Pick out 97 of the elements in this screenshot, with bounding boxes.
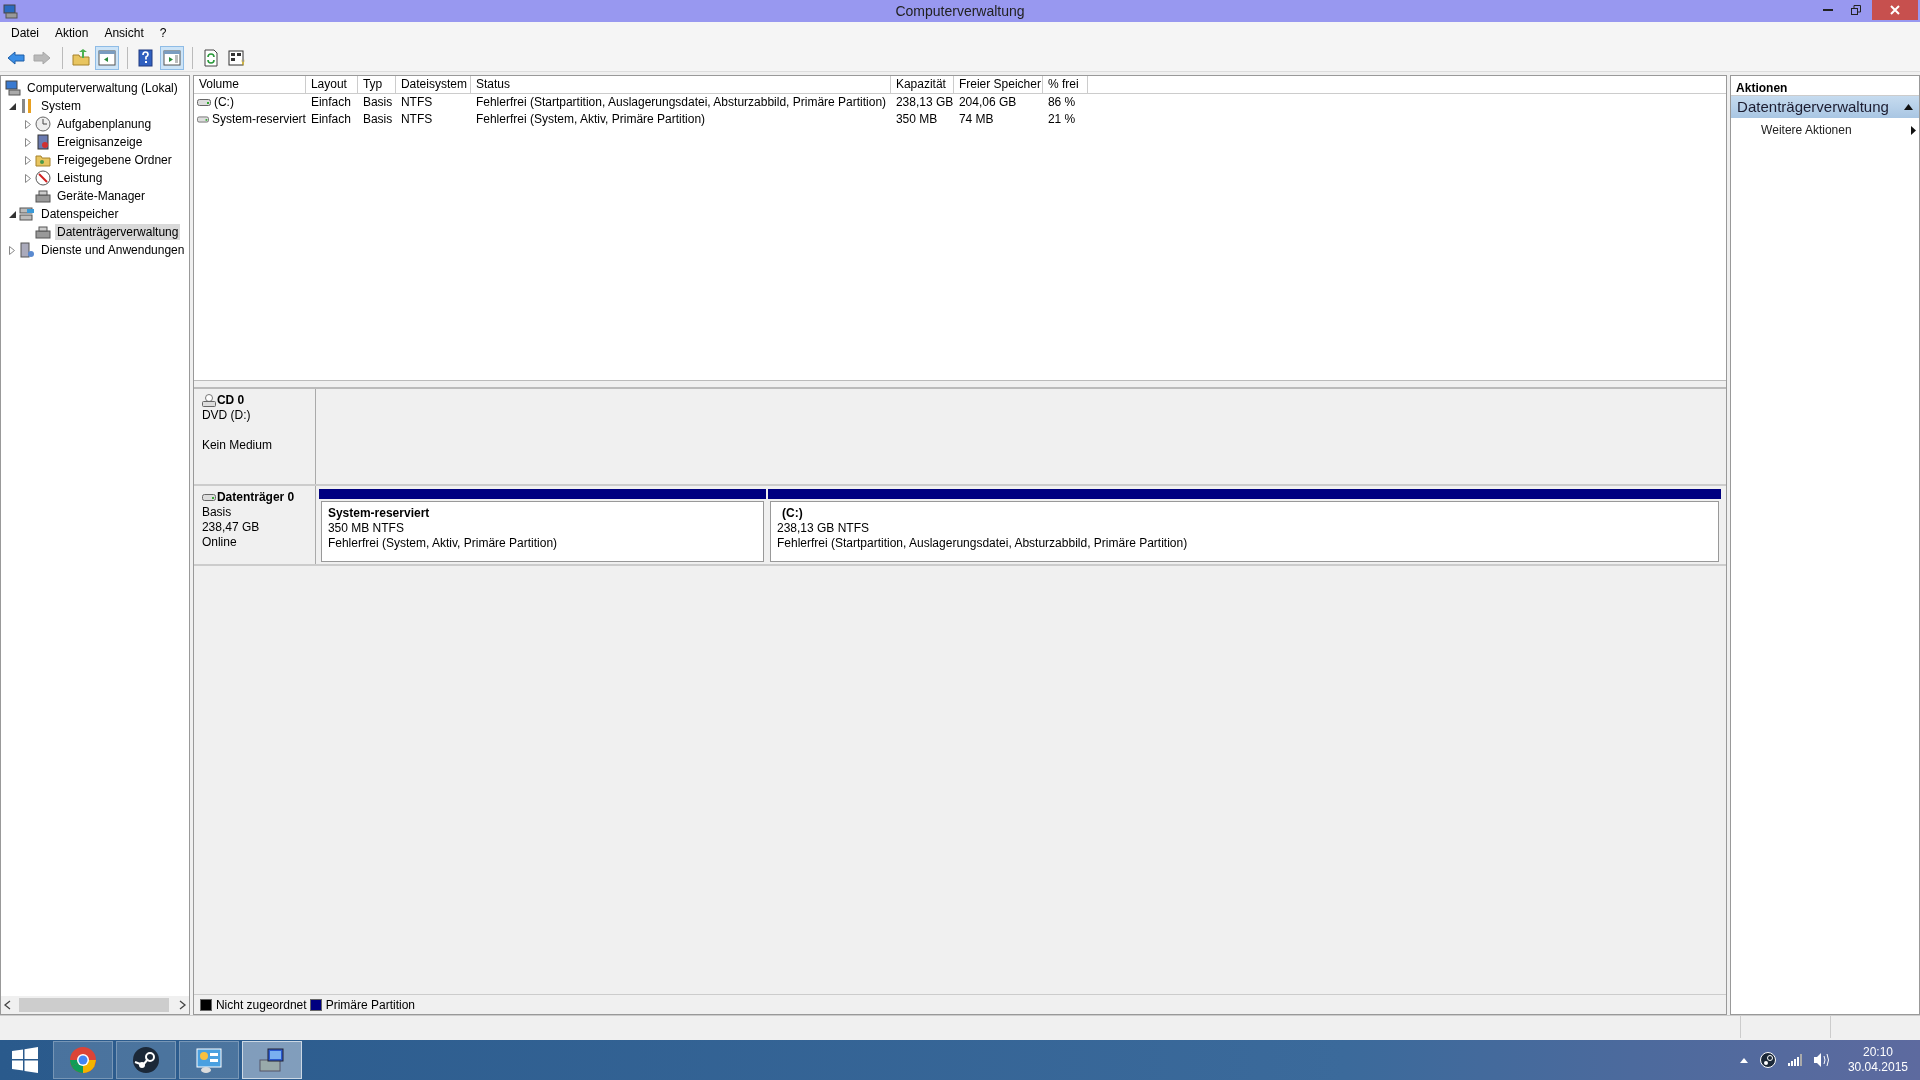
table-cell: (C:) [213,94,234,111]
section-title: Datenträgerverwaltung [1737,96,1889,117]
steam-tray-icon[interactable] [1759,1052,1776,1068]
tree-item[interactable]: Computerverwaltung (Lokal) [25,80,180,96]
disk-size: 238,47 GB [201,520,261,535]
app-icon [3,3,19,19]
table-cell: System-reserviert [211,111,306,128]
collapse-icon[interactable] [1904,104,1913,110]
tree-item[interactable]: Aufgabenplanung [55,116,154,132]
window-title: Computerverwaltung [895,2,1025,21]
clock-time: 20:10 [1861,1045,1894,1060]
expand-icon[interactable] [9,245,15,255]
table-cell-text: 238,13 GB [894,94,954,111]
control-panel-icon [195,1046,223,1074]
storage-icon [19,206,35,222]
partition-box[interactable]: System-reserviert 350 MB NTFS Fehlerfrei (System, Aktiv, Primäre Partition) [320,501,764,562]
table-cell-text: 204,06 GB [957,94,1018,111]
chrome-icon [69,1046,97,1074]
expand-icon[interactable] [25,119,31,129]
device-icon [35,224,51,240]
pane-icon [163,48,181,67]
disk-status: Kein Medium [201,438,273,453]
drive-icon [196,115,209,124]
collapse-icon[interactable] [8,102,16,110]
partition-box[interactable]: (C:) 238,13 GB NTFS Fehlerfrei (Startpartition, Auslagerungsdatei, Absturzabbild, Primäre Partition) [769,501,1720,562]
computer-toolbox-icon [258,1046,286,1074]
tree-item[interactable]: Geräte-Manager [55,188,148,204]
table-cell-text: Basis [361,94,394,111]
partition-status: Fehlerfrei (System, Aktiv, Primäre Partition) [327,536,559,552]
drive-icon [196,98,211,107]
expand-icon[interactable] [25,173,31,183]
action-link[interactable]: Weitere Aktionen [1761,121,1852,139]
menu-item[interactable]: Ansicht [96,21,152,45]
gauge-icon [35,170,51,186]
scrollbar-thumb[interactable] [19,998,169,1012]
table-cell-text: 74 MB [957,111,995,128]
pane-icon [98,48,116,67]
actions-section-header[interactable]: Datenträgerverwaltung [1731,96,1919,118]
disk-name: Datenträger 0 [216,490,295,505]
submenu-arrow-icon [1911,125,1916,135]
show-hidden-icons-icon[interactable] [1739,1057,1748,1063]
menu-item[interactable]: ? [151,21,175,45]
table-cell-text: 350 MB [894,111,939,128]
table-cell-text: Fehlerfrei (System, Aktiv, Primäre Partition) [474,111,707,128]
table-cell-text: Fehlerfrei (Startpartition, Auslagerungsdatei, Absturzabbild, Primäre Partition) [474,94,888,111]
tree-item[interactable]: Freigegebene Ordner [55,152,174,168]
tree-item[interactable]: Datenspeicher [39,206,121,222]
taskbar-button[interactable] [242,1041,302,1079]
table-cell-text: Einfach [309,94,352,111]
legend-label: Primäre Partition [325,996,415,1014]
refresh-icon [202,48,220,67]
disk-type: DVD (D:) [201,408,252,423]
tree-item[interactable]: Leistung [55,170,105,186]
properties-icon [228,48,246,67]
table-cell-text: Basis [361,111,394,128]
collapse-icon[interactable] [8,210,16,218]
menu-item[interactable]: Aktion [47,21,97,45]
taskbar-button[interactable] [116,1041,176,1079]
tree-item[interactable]: Dienste und Anwendungen [39,242,187,258]
folder-icon [72,48,90,67]
signal-icon[interactable] [1787,1054,1802,1066]
disk-name: CD 0 [216,393,245,408]
clock-icon [35,116,51,132]
tree-item[interactable]: Datenträgerverwaltung [55,224,181,240]
cd-drive-icon [201,394,216,407]
table-cell-text: NTFS [399,94,434,111]
minimize-icon [1823,9,1833,11]
disk-status: Online [201,535,238,550]
partition-name: (C:) [780,506,804,522]
restore-icon [1851,5,1861,15]
disk-type: Basis [201,505,233,520]
close-icon [1890,5,1900,15]
partition-size: 238,13 GB NTFS [776,521,870,537]
steam-icon [132,1046,160,1074]
clock-date: 30.04.2015 [1847,1060,1908,1075]
partition-name: System-reserviert [327,506,431,522]
partition-size: 350 MB NTFS [327,521,405,537]
legend-label: Nicht zugeordnet [215,996,307,1014]
table-cell-text: Einfach [309,111,352,128]
device-icon [35,188,51,204]
table-cell-text: 21 % [1046,111,1077,128]
help-icon [137,48,155,67]
tree-item[interactable]: Ereignisanzeige [55,134,145,150]
table-cell-text: NTFS [399,111,434,128]
tree-item[interactable]: System [39,98,83,114]
expand-icon[interactable] [25,137,31,147]
menu-item[interactable]: Datei [3,21,47,45]
windows-logo-icon [12,1047,38,1073]
folder-icon [35,152,51,168]
speaker-icon[interactable] [1813,1053,1830,1067]
close-button[interactable] [1872,0,1918,20]
computer-icon [5,80,21,96]
back-arrow-icon [7,48,25,67]
partition-status: Fehlerfrei (Startpartition, Auslagerungsdatei, Absturzabbild, Primäre Partition) [776,536,1189,552]
expand-icon[interactable] [25,155,31,165]
drive-icon [201,493,216,502]
table-cell-text: 86 % [1046,94,1077,111]
